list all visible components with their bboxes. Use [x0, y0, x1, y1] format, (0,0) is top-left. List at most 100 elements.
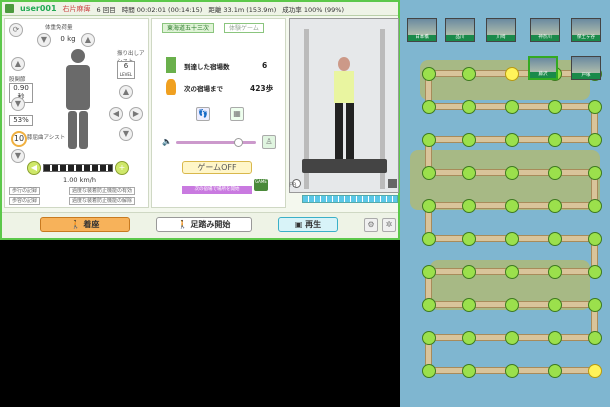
station-thumb[interactable]: 川崎 [486, 18, 516, 42]
map-node [462, 67, 476, 81]
speed-decrease-button[interactable]: ◀ [27, 161, 41, 175]
weight-decrease-button[interactable]: ▼ [37, 33, 51, 47]
map-node [548, 166, 562, 180]
map-land [410, 150, 600, 210]
camera-feed [289, 18, 399, 193]
map-node [462, 265, 476, 279]
settings-icon[interactable]: ⚙ [364, 218, 378, 232]
assist-down-button[interactable]: ▼ [119, 127, 133, 141]
map-node [422, 133, 436, 147]
assist-right-button[interactable]: ▶ [129, 107, 143, 121]
harness-icon[interactable]: ⟳ [9, 23, 23, 37]
weight-label: 体重免荷量 [45, 25, 73, 31]
signpost-icon [166, 57, 176, 73]
map-node [422, 232, 436, 246]
map-node [588, 331, 602, 345]
walk-distance: 距離 33.1m (153.9m) [208, 5, 277, 14]
map-node [462, 364, 476, 378]
station-thumb[interactable]: 日本橋 [407, 18, 437, 42]
game-off-button[interactable]: ゲームOFF [182, 161, 252, 174]
hip-decrease-button[interactable]: ▼ [11, 97, 25, 111]
walk-record-button[interactable]: 歩行の記録 [9, 187, 41, 195]
gear-icon[interactable]: ✲ [382, 218, 396, 232]
map-node [462, 166, 476, 180]
map-node [505, 265, 519, 279]
game-note: 次の宿場で場所を開始 [182, 186, 252, 194]
map-node [422, 265, 436, 279]
volume-icon: 🔈 [162, 137, 172, 146]
step-start-button[interactable]: 🚶 足踏み開始 [156, 217, 252, 232]
map-node [422, 364, 436, 378]
map-node [422, 67, 436, 81]
station-thumb[interactable]: 保土ヶ谷 [571, 18, 601, 42]
map-node [505, 199, 519, 213]
assist-level: 6 LEVEL [117, 61, 135, 79]
user-id: user001 [20, 4, 57, 13]
station-thumb[interactable]: 品川 [445, 18, 475, 42]
map-node [548, 232, 562, 246]
tab-tokaido[interactable]: 東海道五十三次 [162, 23, 215, 33]
step-progress-bar [302, 195, 398, 203]
weight-increase-button[interactable]: ▲ [81, 33, 95, 47]
assist-up-button[interactable]: ▲ [119, 85, 133, 99]
body-figure [60, 49, 96, 149]
play-button[interactable]: ▣ 再生 [278, 217, 338, 232]
map-node [462, 199, 476, 213]
map-node [588, 364, 602, 378]
station-thumb[interactable]: 戸塚 [571, 56, 601, 80]
map-node [462, 232, 476, 246]
assist-left-button[interactable]: ◀ [109, 107, 123, 121]
map-node [422, 199, 436, 213]
record-icon[interactable] [388, 179, 397, 188]
footprint-icon[interactable]: 👣 [196, 107, 210, 121]
flex-decrease-button[interactable]: ▼ [11, 149, 25, 163]
device-settings-panel: ⟳ 体重免荷量 ▼ 0 kg ▲ ▲ 股関節 0.90秒 ▼ 53% 10 膝屈… [4, 18, 149, 208]
map-node [505, 100, 519, 114]
station-thumb-current[interactable]: 藤沢 [528, 56, 558, 80]
map-node [588, 100, 602, 114]
menu-icon[interactable] [5, 4, 14, 13]
map-land [420, 60, 590, 100]
map-node [548, 100, 562, 114]
elapsed-time: 時間 00:02:01 (00:14:15) [121, 5, 203, 14]
map-node [548, 298, 562, 312]
map-node [548, 265, 562, 279]
speed-increase-button[interactable]: + [115, 161, 129, 175]
map-node [462, 100, 476, 114]
scene-icon[interactable]: ▦ [230, 107, 244, 121]
map-node [422, 331, 436, 345]
map-node [422, 166, 436, 180]
map-node [505, 331, 519, 345]
map-node [462, 133, 476, 147]
map-node [548, 133, 562, 147]
map-node [505, 133, 519, 147]
overfit-enable-button[interactable]: 過度な装着防止機能の有効 [69, 187, 136, 195]
map-node [588, 298, 602, 312]
map-node [462, 331, 476, 345]
map-node [588, 133, 602, 147]
patient-condition: 右片麻痺 [62, 4, 91, 13]
session-count: 6 回目 [96, 5, 116, 14]
person-icon[interactable]: ♙ [262, 135, 276, 149]
map-node [462, 298, 476, 312]
control-app: user001 右片麻痺 6 回目 時間 00:02:01 (00:14:15)… [0, 0, 400, 240]
map-node [548, 364, 562, 378]
hip-increase-button[interactable]: ▲ [11, 57, 25, 71]
seat-button[interactable]: 🚶 着座 [40, 217, 130, 232]
station-thumb[interactable]: 神奈川 [530, 18, 560, 42]
map-node [505, 166, 519, 180]
map-node [505, 364, 519, 378]
hip-label: 股関節 [9, 77, 26, 83]
map-node [505, 67, 519, 81]
overfit-disable-button[interactable]: 過度な装着防止機能の解除 [69, 197, 136, 205]
volume-slider[interactable] [176, 138, 256, 147]
map-node [505, 298, 519, 312]
top-status-bar: user001 右片麻痺 6 回目 時間 00:02:01 (00:14:15)… [2, 2, 398, 16]
next-station-value: 423歩 [250, 84, 274, 93]
game-panel: 東海道五十三次 体験ゲーム 到達した宿場数 6 次の宿場まで 423歩 👣 ▦ … [151, 18, 286, 208]
knee-value: 53% [9, 115, 33, 126]
bottom-action-bar: 🚶 着座 🚶 足踏み開始 ▣ 再生 ⚙ ✲ [2, 212, 398, 238]
tab-trial-game[interactable]: 体験ゲーム [224, 23, 264, 33]
gait-record-button[interactable]: 歩容の記録 [9, 197, 41, 205]
weight-value: 0 kg [60, 35, 76, 43]
